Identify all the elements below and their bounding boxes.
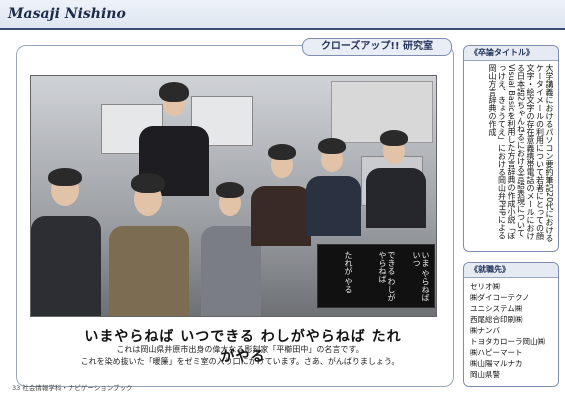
employer-item: セリオ㈱ <box>470 282 500 291</box>
person <box>109 226 189 316</box>
group-photo: いま やらねば いつ できる わしが やらねば たれが やる <box>30 75 437 317</box>
employer-item: 西尾総合印刷㈱ <box>470 315 523 324</box>
employer-item: ユニシステム㈱ <box>470 304 523 313</box>
page-footer: 33 社会情報学科・ナビゲーションブック <box>12 384 133 392</box>
employers-heading: 《就職先》 <box>464 263 558 278</box>
person-hair <box>318 138 346 154</box>
person <box>306 176 361 236</box>
person-hair <box>131 173 165 193</box>
noren-curtain: いま やらねば いつ できる わしが やらねば たれが やる <box>317 244 435 308</box>
thesis-titles-text: 大学講義におけるパソコン要約筆記20代におけるケータイメールの利用について若者に… <box>488 64 554 243</box>
noren-text: できる わしが やらねば <box>378 251 396 302</box>
employers-box: 《就職先》 セリオ㈱ ㈱ダイコーテクノ ユニシステム㈱ 西尾総合印刷㈱ ㈱ナンバ… <box>463 262 559 387</box>
employer-item: ㈱ナンバ <box>470 326 500 335</box>
employer-item: ㈱ダイコーテクノ <box>470 293 530 302</box>
person-hair <box>380 130 408 146</box>
employer-item: ㈱山陽マルナカ <box>470 359 523 368</box>
caption-line: これは岡山県井原市出身の偉大なる彫刻家「平櫛田中」の名言です。 <box>116 345 364 354</box>
header-bar: Masaji Nishino <box>0 0 565 29</box>
employer-item: トヨタカローラ岡山㈱ <box>470 337 545 346</box>
section-tag: クローズアップ!! 研究室 <box>302 38 452 56</box>
employer-item: ㈱ハピーマート <box>470 348 523 357</box>
person-hair <box>159 82 189 102</box>
caption-line: これを染め抜いた「暖簾」をゼミ室の入り口にかけています。さあ、がんばりましょう。 <box>80 357 400 366</box>
noren-text: たれが やる <box>344 251 353 294</box>
person-hair <box>48 168 82 186</box>
person <box>251 186 311 246</box>
person-hair <box>216 182 244 198</box>
employer-item: 岡山県警 <box>470 370 500 379</box>
thesis-titles-box: 《卒論タイトル》 大学講義におけるパソコン要約筆記20代におけるケータイメールの… <box>463 45 559 252</box>
photo-caption: これは岡山県井原市出身の偉大なる彫刻家「平櫛田中」の名言です。 これを染め抜いた… <box>70 344 410 368</box>
header-divider <box>0 28 565 30</box>
person <box>31 216 101 316</box>
noren-text: いま やらねば いつ <box>412 251 430 302</box>
thesis-titles-heading: 《卒論タイトル》 <box>464 46 558 61</box>
person <box>366 168 426 228</box>
page-title: Masaji Nishino <box>8 6 126 22</box>
person-hair <box>268 144 296 160</box>
